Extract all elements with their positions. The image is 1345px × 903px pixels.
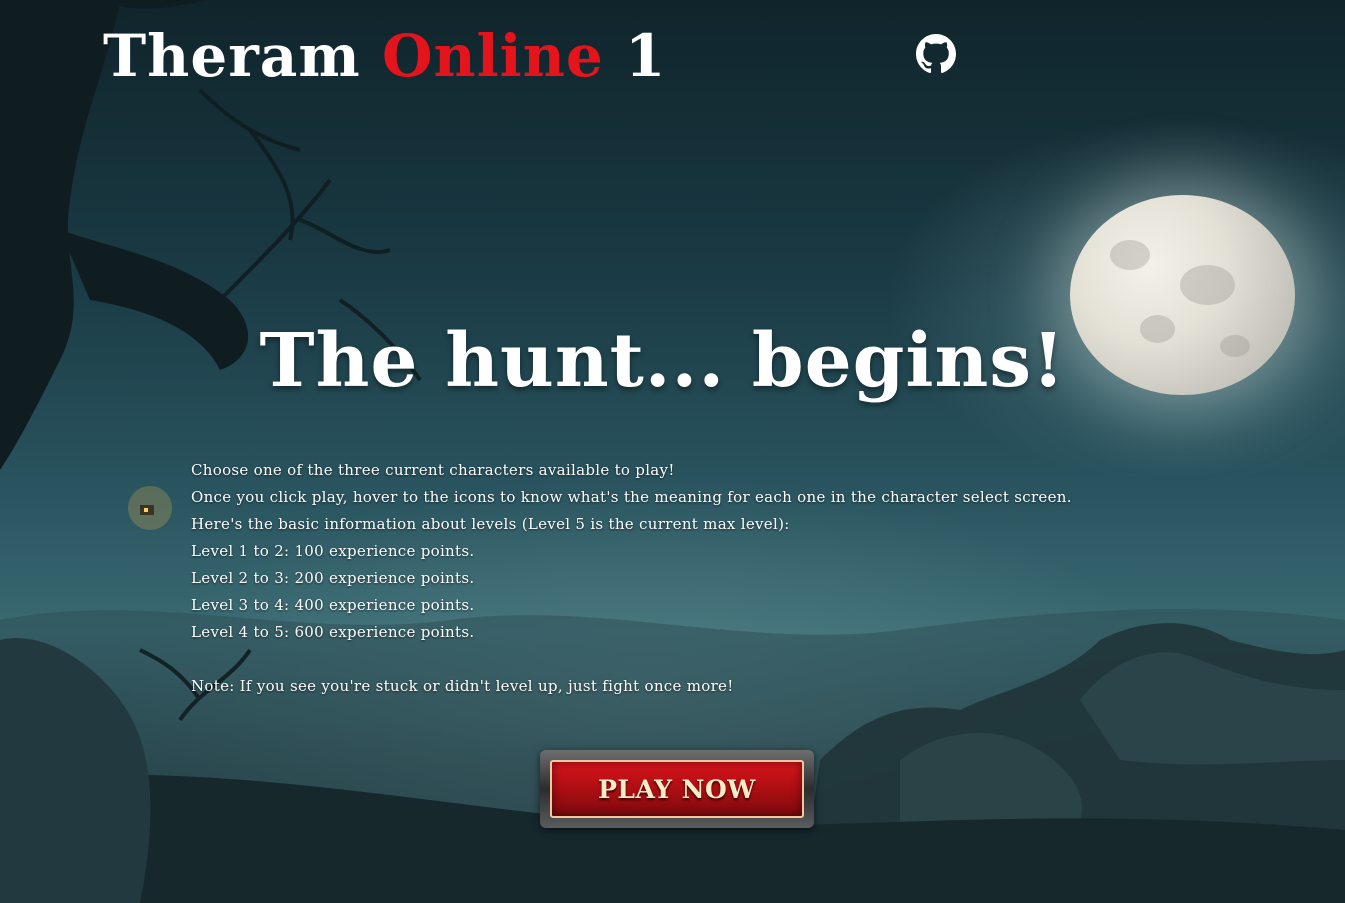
logo-title-suffix: 1: [625, 22, 667, 90]
play-button-label: PLAY NOW: [598, 774, 756, 804]
github-icon[interactable]: [916, 34, 956, 74]
info-line: Choose one of the three current characte…: [191, 461, 675, 479]
play-now-button[interactable]: PLAY NOW: [540, 750, 814, 828]
site-logo[interactable]: Theram Online 1: [103, 22, 666, 90]
level-line: Level 4 to 5: 600 experience points.: [191, 623, 475, 641]
hero-headline: The hunt... begins!: [259, 318, 1066, 404]
level-line: Level 3 to 4: 400 experience points.: [191, 596, 475, 614]
landing-page: Theram Online 1 The hunt... begins! Choo…: [0, 0, 1345, 903]
info-line: Once you click play, hover to the icons …: [191, 488, 1072, 506]
level-line: Level 2 to 3: 200 experience points.: [191, 569, 475, 587]
logo-title-accent: Online: [381, 22, 604, 90]
game-info: Choose one of the three current characte…: [191, 457, 1191, 700]
logo-title-main: Theram: [103, 22, 361, 90]
info-note: Note: If you see you're stuck or didn't …: [191, 677, 734, 695]
level-line: Level 1 to 2: 100 experience points.: [191, 542, 475, 560]
info-line: Here's the basic information about level…: [191, 515, 790, 533]
